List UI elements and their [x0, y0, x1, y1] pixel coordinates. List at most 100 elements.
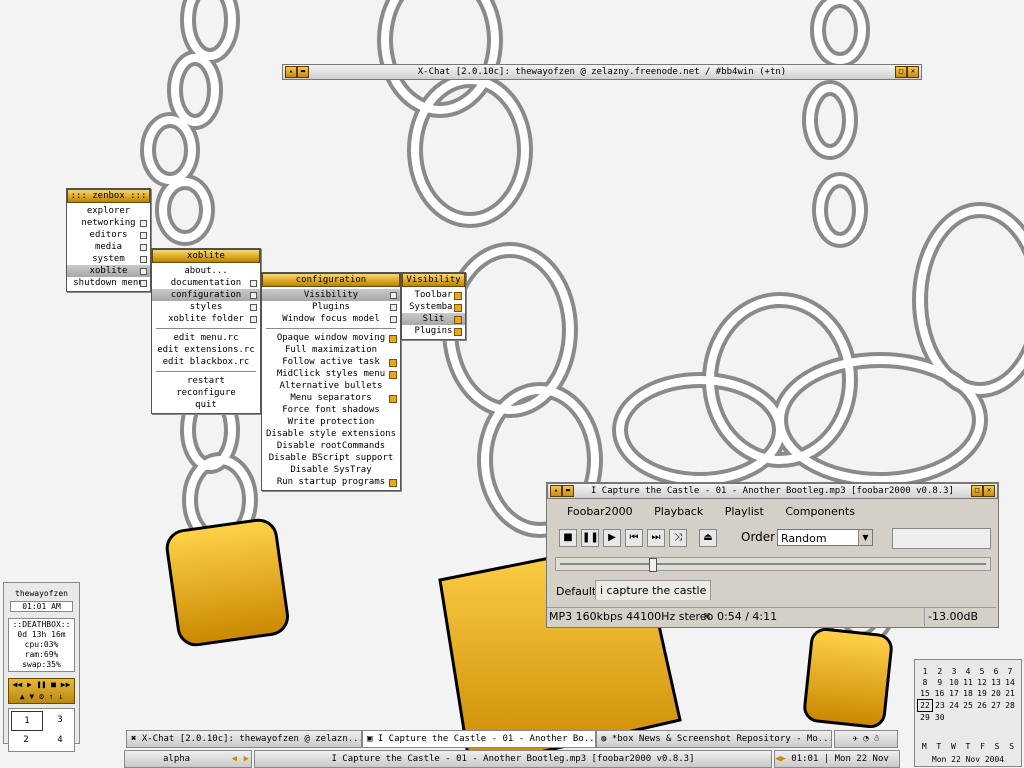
menu-item-disable-systray[interactable]: Disable SysTray [262, 464, 400, 476]
calendar-day[interactable]: 24 [947, 700, 961, 712]
menu-item-configuration[interactable]: configuration [152, 289, 260, 301]
xchat-window-titlebar[interactable]: ▴ ▬ X-Chat [2.0.10c]: thewayofzen @ zela… [282, 64, 922, 80]
menu-item-quit[interactable]: quit [152, 399, 260, 411]
calendar-day[interactable]: 19 [975, 688, 989, 700]
calendar-day[interactable]: 22 [917, 699, 933, 712]
menu-item-edit-blackbox[interactable]: edit blackbox.rc [152, 356, 260, 368]
workspace-prev-icon[interactable]: ◀ [232, 751, 237, 767]
chevron-down-icon[interactable]: ▼ [858, 530, 872, 545]
calendar-day[interactable]: 4 [961, 666, 975, 677]
pause-icon[interactable]: ❚❚ [581, 529, 599, 547]
toolbar-clock[interactable]: ◀▶ 01:01 | Mon 22 Nov [774, 750, 900, 768]
calendar-day[interactable] [975, 712, 989, 724]
calendar-day[interactable]: 15 [918, 688, 933, 700]
menu-item-documentation[interactable]: documentation [152, 277, 260, 289]
calendar-day[interactable]: 1 [918, 666, 933, 677]
calendar-day[interactable]: 3 [947, 666, 961, 677]
calendar-day[interactable]: 29 [918, 712, 933, 724]
workspace-4[interactable]: 4 [45, 731, 75, 749]
menu-item-slit[interactable]: Slit [402, 313, 465, 325]
pause-icon[interactable]: ❚❚ [37, 680, 47, 689]
calendar-day[interactable]: 9 [933, 677, 948, 688]
menu-item-disable-rootcommands[interactable]: Disable rootCommands [262, 440, 400, 452]
menu-item-visibility[interactable]: Visibility [262, 289, 400, 301]
calendar-day[interactable]: 28 [1003, 700, 1017, 712]
menu-item-about[interactable]: about... [152, 265, 260, 277]
arrow-up-icon[interactable]: ↑ [49, 692, 54, 701]
calendar-day[interactable]: 23 [933, 700, 948, 712]
task-browser[interactable]: ◍ *box News & Screenshot Repository - Mo… [596, 730, 832, 748]
calendar-day[interactable]: 14 [1003, 677, 1017, 688]
playlist-tab-default[interactable]: Default [553, 583, 599, 600]
rewind-icon[interactable]: ◀◀ [13, 680, 23, 689]
forward-icon[interactable]: ▶▶ [61, 680, 71, 689]
tray-icon-3[interactable]: ☃ [874, 734, 879, 744]
workspace-1[interactable]: 1 [11, 711, 43, 731]
task-foobar[interactable]: ▣ I Capture the Castle - 01 - Another Bo… [362, 730, 596, 748]
menu-item-opaque-window-moving[interactable]: Opaque window moving [262, 332, 400, 344]
tray-icon-2[interactable]: ◔ [863, 734, 868, 744]
toolbar-workspace[interactable]: alpha ◀ ▶ [124, 750, 252, 768]
calendar-day[interactable]: 7 [1003, 666, 1017, 677]
workspace-3[interactable]: 3 [45, 711, 75, 729]
menu-item-disable-style-extensions[interactable]: Disable style extensions [262, 428, 400, 440]
stop-icon[interactable]: ■ [51, 680, 56, 689]
menu-item-full-maximization[interactable]: Full maximization [262, 344, 400, 356]
menu-components[interactable]: Components [785, 505, 855, 518]
menu-item-system[interactable]: system [67, 253, 150, 265]
order-select[interactable]: Random ▼ [777, 529, 873, 546]
open-icon[interactable]: ⏏ [699, 529, 717, 547]
calendar-day[interactable]: 16 [933, 688, 948, 700]
stop-icon[interactable]: ■ [559, 529, 577, 547]
calendar-day[interactable]: 13 [989, 677, 1003, 688]
maximize-icon[interactable]: □ [895, 66, 907, 78]
minimize-icon[interactable]: ▬ [297, 66, 309, 78]
calendar-day[interactable] [1003, 712, 1017, 724]
play-icon[interactable]: ▶ [603, 529, 621, 547]
menu-item-window-focus-model[interactable]: Window focus model [262, 313, 400, 325]
menu-item-shutdown[interactable]: shutdown menu [67, 277, 150, 289]
menu-item-xoblite[interactable]: xoblite [67, 265, 150, 277]
window-next-icon[interactable]: ▶ [780, 754, 785, 764]
shade-icon[interactable]: ▴ [285, 66, 297, 78]
workspace-next-icon[interactable]: ▶ [244, 751, 249, 767]
down-icon[interactable]: ▼ [29, 692, 34, 701]
menu-item-reconfigure[interactable]: reconfigure [152, 387, 260, 399]
menu-item-restart[interactable]: restart [152, 375, 260, 387]
close-icon[interactable]: ✕ [907, 66, 919, 78]
menu-item-edit-menu[interactable]: edit menu.rc [152, 332, 260, 344]
seek-bar[interactable] [555, 557, 991, 572]
menu-foobar2000[interactable]: Foobar2000 [567, 505, 633, 518]
calendar-day[interactable]: 10 [947, 677, 961, 688]
workspace-2[interactable]: 2 [11, 731, 41, 749]
menu-item-media[interactable]: media [67, 241, 150, 253]
menu-item-styles[interactable]: styles [152, 301, 260, 313]
menu-playlist[interactable]: Playlist [725, 505, 764, 518]
random-icon[interactable]: ⤨ [669, 529, 687, 547]
playlist-tab-active[interactable]: i capture the castle [595, 580, 712, 600]
seek-thumb[interactable] [649, 558, 658, 572]
calendar-day[interactable]: 5 [975, 666, 989, 677]
maximize-icon[interactable]: □ [971, 485, 983, 497]
play-icon[interactable]: ▶ [27, 680, 32, 689]
calendar-day[interactable] [989, 712, 1003, 724]
menu-item-editors[interactable]: editors [67, 229, 150, 241]
up-icon[interactable]: ▲ [20, 692, 25, 701]
close-icon[interactable]: ✕ [983, 485, 995, 497]
foobar-titlebar[interactable]: ▴ ▬ I Capture the Castle - 01 - Another … [547, 483, 998, 499]
calendar-day[interactable]: 12 [975, 677, 989, 688]
menu-item-alternative-bullets[interactable]: Alternative bullets [262, 380, 400, 392]
menu-item-menu-separators[interactable]: Menu separators [262, 392, 400, 404]
minimize-icon[interactable]: ▬ [562, 485, 574, 497]
next-icon[interactable]: ⏭ [647, 529, 665, 547]
menu-item-xoblite-folder[interactable]: xoblite folder [152, 313, 260, 325]
toolbar-window-label[interactable]: I Capture the Castle - 01 - Another Boot… [254, 750, 772, 768]
menu-item-write-protection[interactable]: Write protection [262, 416, 400, 428]
tray-icon-1[interactable]: ✈ [852, 734, 857, 744]
menu-item-midclick-styles-menu[interactable]: MidClick styles menu [262, 368, 400, 380]
calendar-day[interactable]: 2 [933, 666, 948, 677]
calendar-day[interactable]: 26 [975, 700, 989, 712]
calendar-day[interactable] [947, 712, 961, 724]
menu-item-force-font-shadows[interactable]: Force font shadows [262, 404, 400, 416]
arrow-down-icon[interactable]: ↓ [58, 692, 63, 701]
